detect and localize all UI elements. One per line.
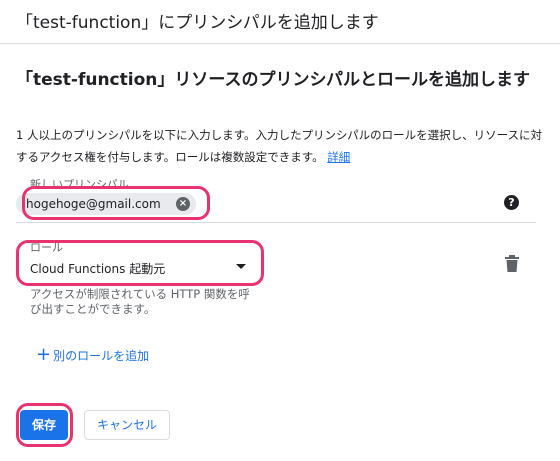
role-select[interactable]: Cloud Functions 起動元: [16, 248, 262, 286]
details-link[interactable]: 詳細: [327, 150, 350, 164]
chevron-down-icon: [236, 264, 246, 269]
save-button[interactable]: 保存: [20, 410, 68, 440]
role-selected-value: Cloud Functions 起動元: [30, 262, 166, 276]
principal-chip[interactable]: hogehoge@gmail.com ×: [16, 193, 196, 215]
chip-remove-icon[interactable]: ×: [176, 197, 190, 211]
dialog-title: 「test-function」にプリンシパルを追加します: [16, 13, 379, 33]
trash-icon[interactable]: [504, 255, 520, 273]
add-role-label: 別のロールを追加: [53, 348, 150, 363]
dialog-header: 「test-function」にプリンシパルを追加します: [0, 0, 560, 44]
plus-icon: +: [36, 344, 52, 365]
section-description: 1 人以上のプリンシパルを以下に入力します。入力したプリンシパルのロールを選択し…: [16, 124, 546, 168]
new-principal-label: 新しいプリンシパル: [28, 176, 131, 192]
help-icon[interactable]: ?: [504, 195, 519, 210]
add-role-button[interactable]: + 別のロールを追加: [36, 346, 149, 364]
section-title: 「test-function」リソースのプリンシパルとロールを追加します: [16, 70, 531, 90]
description-text: 1 人以上のプリンシパルを以下に入力します。入力したプリンシパルのロールを選択し…: [16, 128, 543, 164]
cancel-button[interactable]: キャンセル: [84, 410, 170, 440]
principal-chip-text: hogehoge@gmail.com: [26, 197, 161, 211]
role-help-text: アクセスが制限されている HTTP 関数を呼び出すことができます。: [30, 287, 250, 316]
